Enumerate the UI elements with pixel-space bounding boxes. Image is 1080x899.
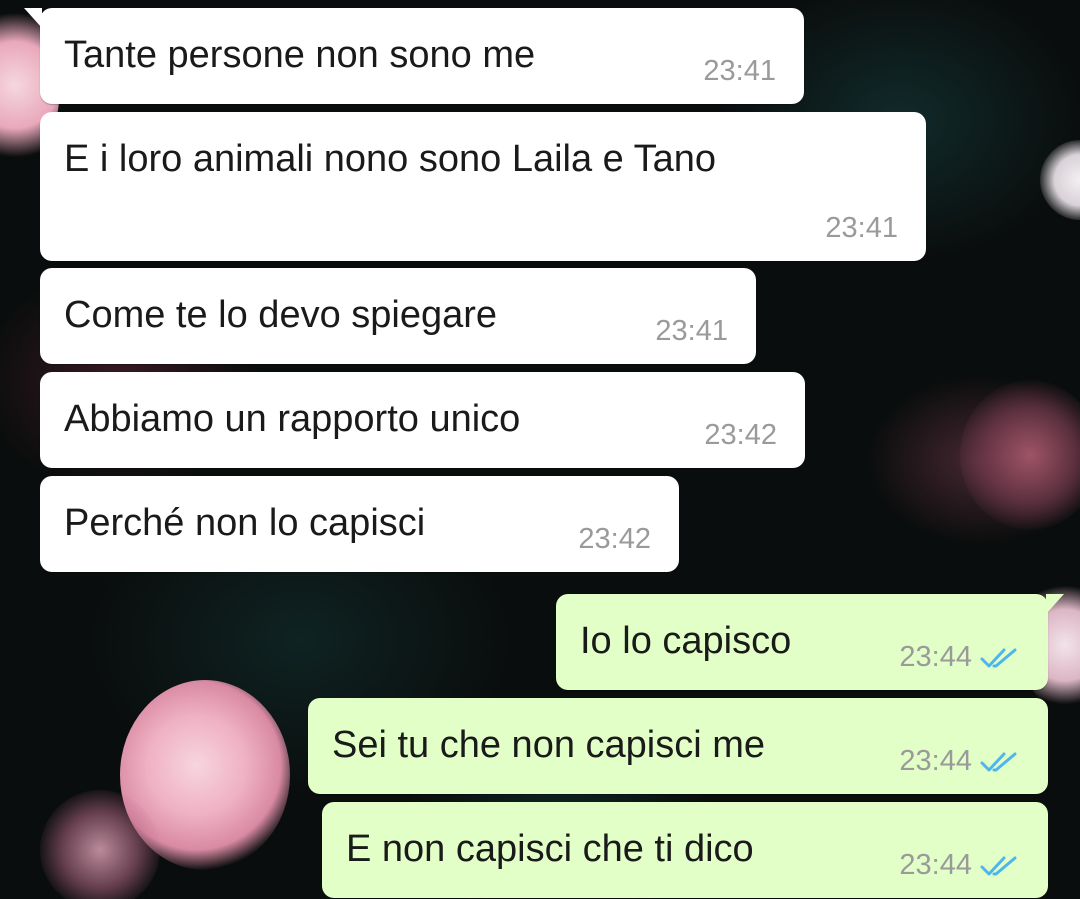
message-time: 23:44	[899, 745, 972, 777]
message-time: 23:42	[704, 419, 777, 451]
message-text: Come te lo devo spiegare	[64, 294, 498, 336]
incoming-message[interactable]: E i loro animali nono sono Laila e Tano …	[40, 112, 926, 261]
message-text: Tante persone non sono me	[64, 34, 536, 76]
message-time: 23:44	[899, 849, 972, 881]
bubble-tail	[24, 8, 42, 28]
message-time: 23:42	[578, 523, 651, 555]
outgoing-message[interactable]: Sei tu che non capisci me 23:44	[308, 698, 1048, 794]
bubble-tail	[1046, 594, 1064, 614]
incoming-message[interactable]: Come te lo devo spiegare 23:41	[40, 268, 756, 364]
message-meta: 23:42	[578, 525, 651, 554]
message-meta: 23:41	[655, 317, 728, 346]
rose-decoration	[960, 380, 1080, 530]
double-check-read-icon	[980, 856, 1017, 875]
incoming-message[interactable]: Abbiamo un rapporto unico 23:42	[40, 372, 805, 468]
message-meta: 23:44	[899, 851, 1020, 880]
message-time: 23:41	[655, 315, 728, 347]
white-petal-decoration	[1040, 140, 1080, 220]
incoming-message[interactable]: Perché non lo capisci 23:42	[40, 476, 679, 572]
message-meta: 23:41	[703, 57, 776, 86]
message-text: Sei tu che non capisci me	[332, 724, 766, 766]
message-text: E i loro animali nono sono Laila e Tano	[64, 138, 717, 180]
message-meta: 23:44	[899, 643, 1020, 672]
message-text: Abbiamo un rapporto unico	[64, 398, 521, 440]
message-text: Perché non lo capisci	[64, 502, 426, 544]
message-time: 23:44	[899, 641, 972, 673]
message-meta: 23:41	[825, 214, 898, 243]
message-meta: 23:44	[899, 747, 1020, 776]
message-text: Io lo capisco	[580, 620, 792, 662]
pink-rose-decoration	[40, 790, 160, 899]
message-time: 23:41	[825, 212, 898, 244]
message-time: 23:41	[703, 55, 776, 87]
incoming-message[interactable]: Tante persone non sono me 23:41	[24, 8, 804, 104]
outgoing-message[interactable]: E non capisci che ti dico 23:44	[322, 802, 1048, 898]
double-check-read-icon	[980, 648, 1017, 667]
double-check-read-icon	[980, 752, 1017, 771]
message-text: E non capisci che ti dico	[346, 828, 754, 870]
message-meta: 23:42	[704, 421, 777, 450]
outgoing-message[interactable]: Io lo capisco 23:44	[556, 594, 1064, 690]
